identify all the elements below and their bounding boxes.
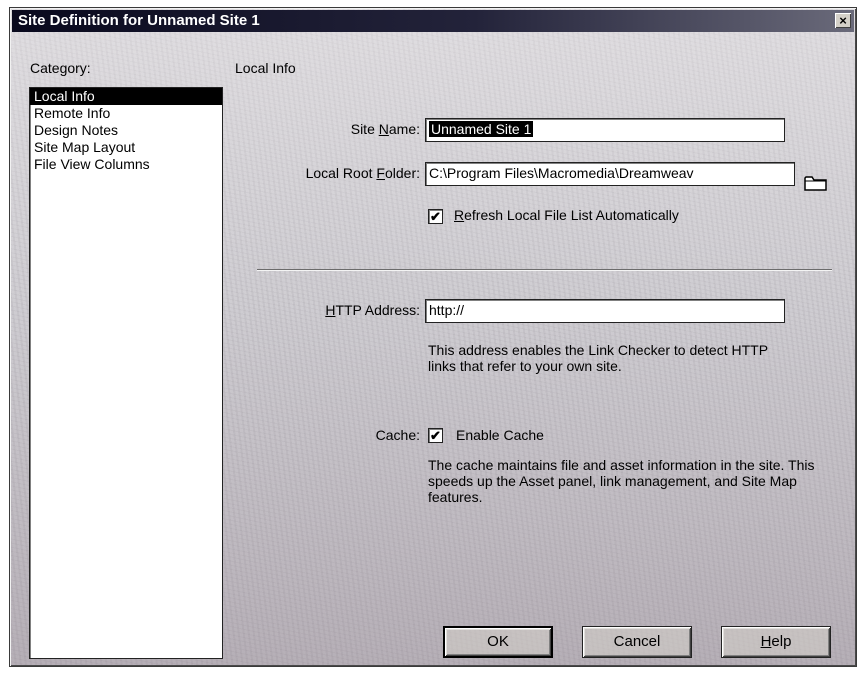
site-name-input[interactable]: Unnamed Site 1 (425, 118, 785, 142)
site-definition-dialog: Site Definition for Unnamed Site 1 × Cat… (9, 7, 857, 667)
cache-label: Cache: (375, 427, 420, 443)
enable-cache-checkbox[interactable]: ✔ (428, 428, 443, 443)
category-item-file-view-columns[interactable]: File View Columns (30, 156, 222, 173)
ok-button[interactable]: OK (443, 626, 553, 658)
category-item-remote-info[interactable]: Remote Info (30, 105, 222, 122)
help-button[interactable]: Help (721, 626, 831, 658)
enable-cache-label[interactable]: Enable Cache (456, 427, 544, 443)
cancel-button[interactable]: Cancel (582, 626, 692, 658)
http-address-description: This address enables the Link Checker to… (428, 342, 768, 374)
checkmark-icon: ✔ (430, 209, 441, 224)
http-address-input[interactable]: http:// (425, 299, 785, 323)
folder-icon[interactable] (804, 174, 828, 192)
site-name-label: Site Name: (350, 121, 420, 137)
window-title: Site Definition for Unnamed Site 1 (18, 12, 260, 29)
category-item-site-map-layout[interactable]: Site Map Layout (30, 139, 222, 156)
title-bar[interactable]: Site Definition for Unnamed Site 1 × (12, 10, 854, 32)
http-address-value: http:// (429, 302, 465, 318)
category-header: Category: (30, 60, 91, 76)
local-root-folder-label: Local Root Folder: (305, 165, 420, 181)
section-header: Local Info (235, 60, 296, 76)
close-icon: × (839, 13, 847, 28)
local-root-folder-value: C:\Program Files\Macromedia\Dreamweav (429, 165, 694, 181)
http-address-label: HTTP Address: (325, 302, 420, 318)
category-item-design-notes[interactable]: Design Notes (30, 122, 222, 139)
refresh-checkbox[interactable]: ✔ (428, 209, 443, 224)
section-divider (257, 269, 832, 271)
local-root-folder-input[interactable]: C:\Program Files\Macromedia\Dreamweav (425, 162, 795, 186)
refresh-label[interactable]: Refresh Local File List Automatically (454, 207, 679, 223)
close-button[interactable]: × (835, 13, 851, 28)
cache-description: The cache maintains file and asset infor… (428, 457, 815, 505)
site-name-value: Unnamed Site 1 (429, 121, 534, 137)
category-item-local-info[interactable]: Local Info (30, 88, 222, 105)
checkmark-icon: ✔ (430, 428, 441, 443)
category-list[interactable]: Local Info Remote Info Design Notes Site… (29, 87, 223, 659)
